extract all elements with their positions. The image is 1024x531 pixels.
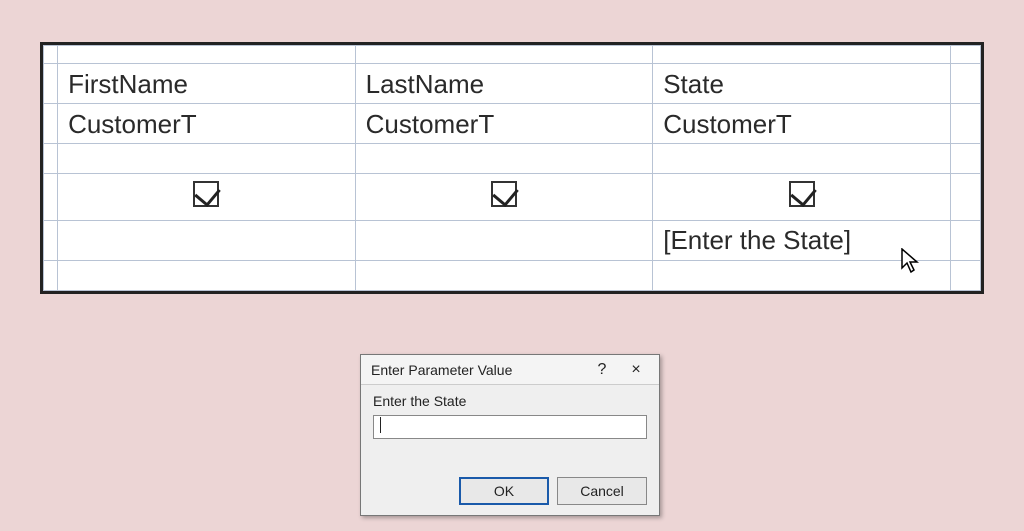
row-selector[interactable] (44, 220, 58, 260)
show-checkbox-0[interactable] (193, 181, 219, 207)
field-cell-1[interactable]: LastName (355, 64, 653, 104)
col-header-3[interactable] (950, 46, 980, 64)
sort-cell-0[interactable] (58, 144, 356, 174)
close-button[interactable]: × (619, 356, 653, 384)
or-cell-3[interactable] (950, 260, 980, 290)
row-selector[interactable] (44, 104, 58, 144)
row-selector[interactable] (44, 46, 58, 64)
criteria-cell-0[interactable] (58, 220, 356, 260)
dialog-body: Enter the State (361, 385, 659, 439)
show-cell-1[interactable] (355, 174, 653, 220)
criteria-cell-3[interactable] (950, 220, 980, 260)
show-cell-2[interactable] (653, 174, 951, 220)
table-cell-3[interactable] (950, 104, 980, 144)
show-cell-0[interactable] (58, 174, 356, 220)
sort-cell-1[interactable] (355, 144, 653, 174)
sort-cell-3[interactable] (950, 144, 980, 174)
col-header-0[interactable] (58, 46, 356, 64)
show-checkbox-2[interactable] (789, 181, 815, 207)
field-cell-3[interactable] (950, 64, 980, 104)
parameter-dialog: Enter Parameter Value ? × Enter the Stat… (360, 354, 660, 516)
field-cell-0[interactable]: FirstName (58, 64, 356, 104)
or-cell-1[interactable] (355, 260, 653, 290)
row-selector[interactable] (44, 144, 58, 174)
table-cell-2[interactable]: CustomerT (653, 104, 951, 144)
show-cell-3[interactable] (950, 174, 980, 220)
or-cell-2[interactable] (653, 260, 951, 290)
sort-cell-2[interactable] (653, 144, 951, 174)
table-cell-0[interactable]: CustomerT (58, 104, 356, 144)
dialog-titlebar[interactable]: Enter Parameter Value ? × (361, 355, 659, 385)
show-checkbox-1[interactable] (491, 181, 517, 207)
row-selector[interactable] (44, 174, 58, 220)
row-selector[interactable] (44, 64, 58, 104)
cancel-button[interactable]: Cancel (557, 477, 647, 505)
ok-button[interactable]: OK (459, 477, 549, 505)
parameter-input[interactable] (373, 415, 647, 439)
field-cell-2[interactable]: State (653, 64, 951, 104)
dialog-buttons: OK Cancel (459, 477, 647, 505)
col-header-1[interactable] (355, 46, 653, 64)
table-cell-1[interactable]: CustomerT (355, 104, 653, 144)
dialog-title: Enter Parameter Value (371, 362, 585, 378)
help-button[interactable]: ? (585, 356, 619, 384)
dialog-prompt: Enter the State (373, 393, 647, 409)
col-header-2[interactable] (653, 46, 951, 64)
text-caret-icon (380, 417, 381, 433)
criteria-cell-1[interactable] (355, 220, 653, 260)
or-cell-0[interactable] (58, 260, 356, 290)
row-selector[interactable] (44, 260, 58, 290)
criteria-cell-2[interactable]: [Enter the State] (653, 220, 951, 260)
query-design-grid: FirstName LastName State CustomerT Custo… (40, 42, 984, 294)
grid-table: FirstName LastName State CustomerT Custo… (43, 45, 981, 291)
